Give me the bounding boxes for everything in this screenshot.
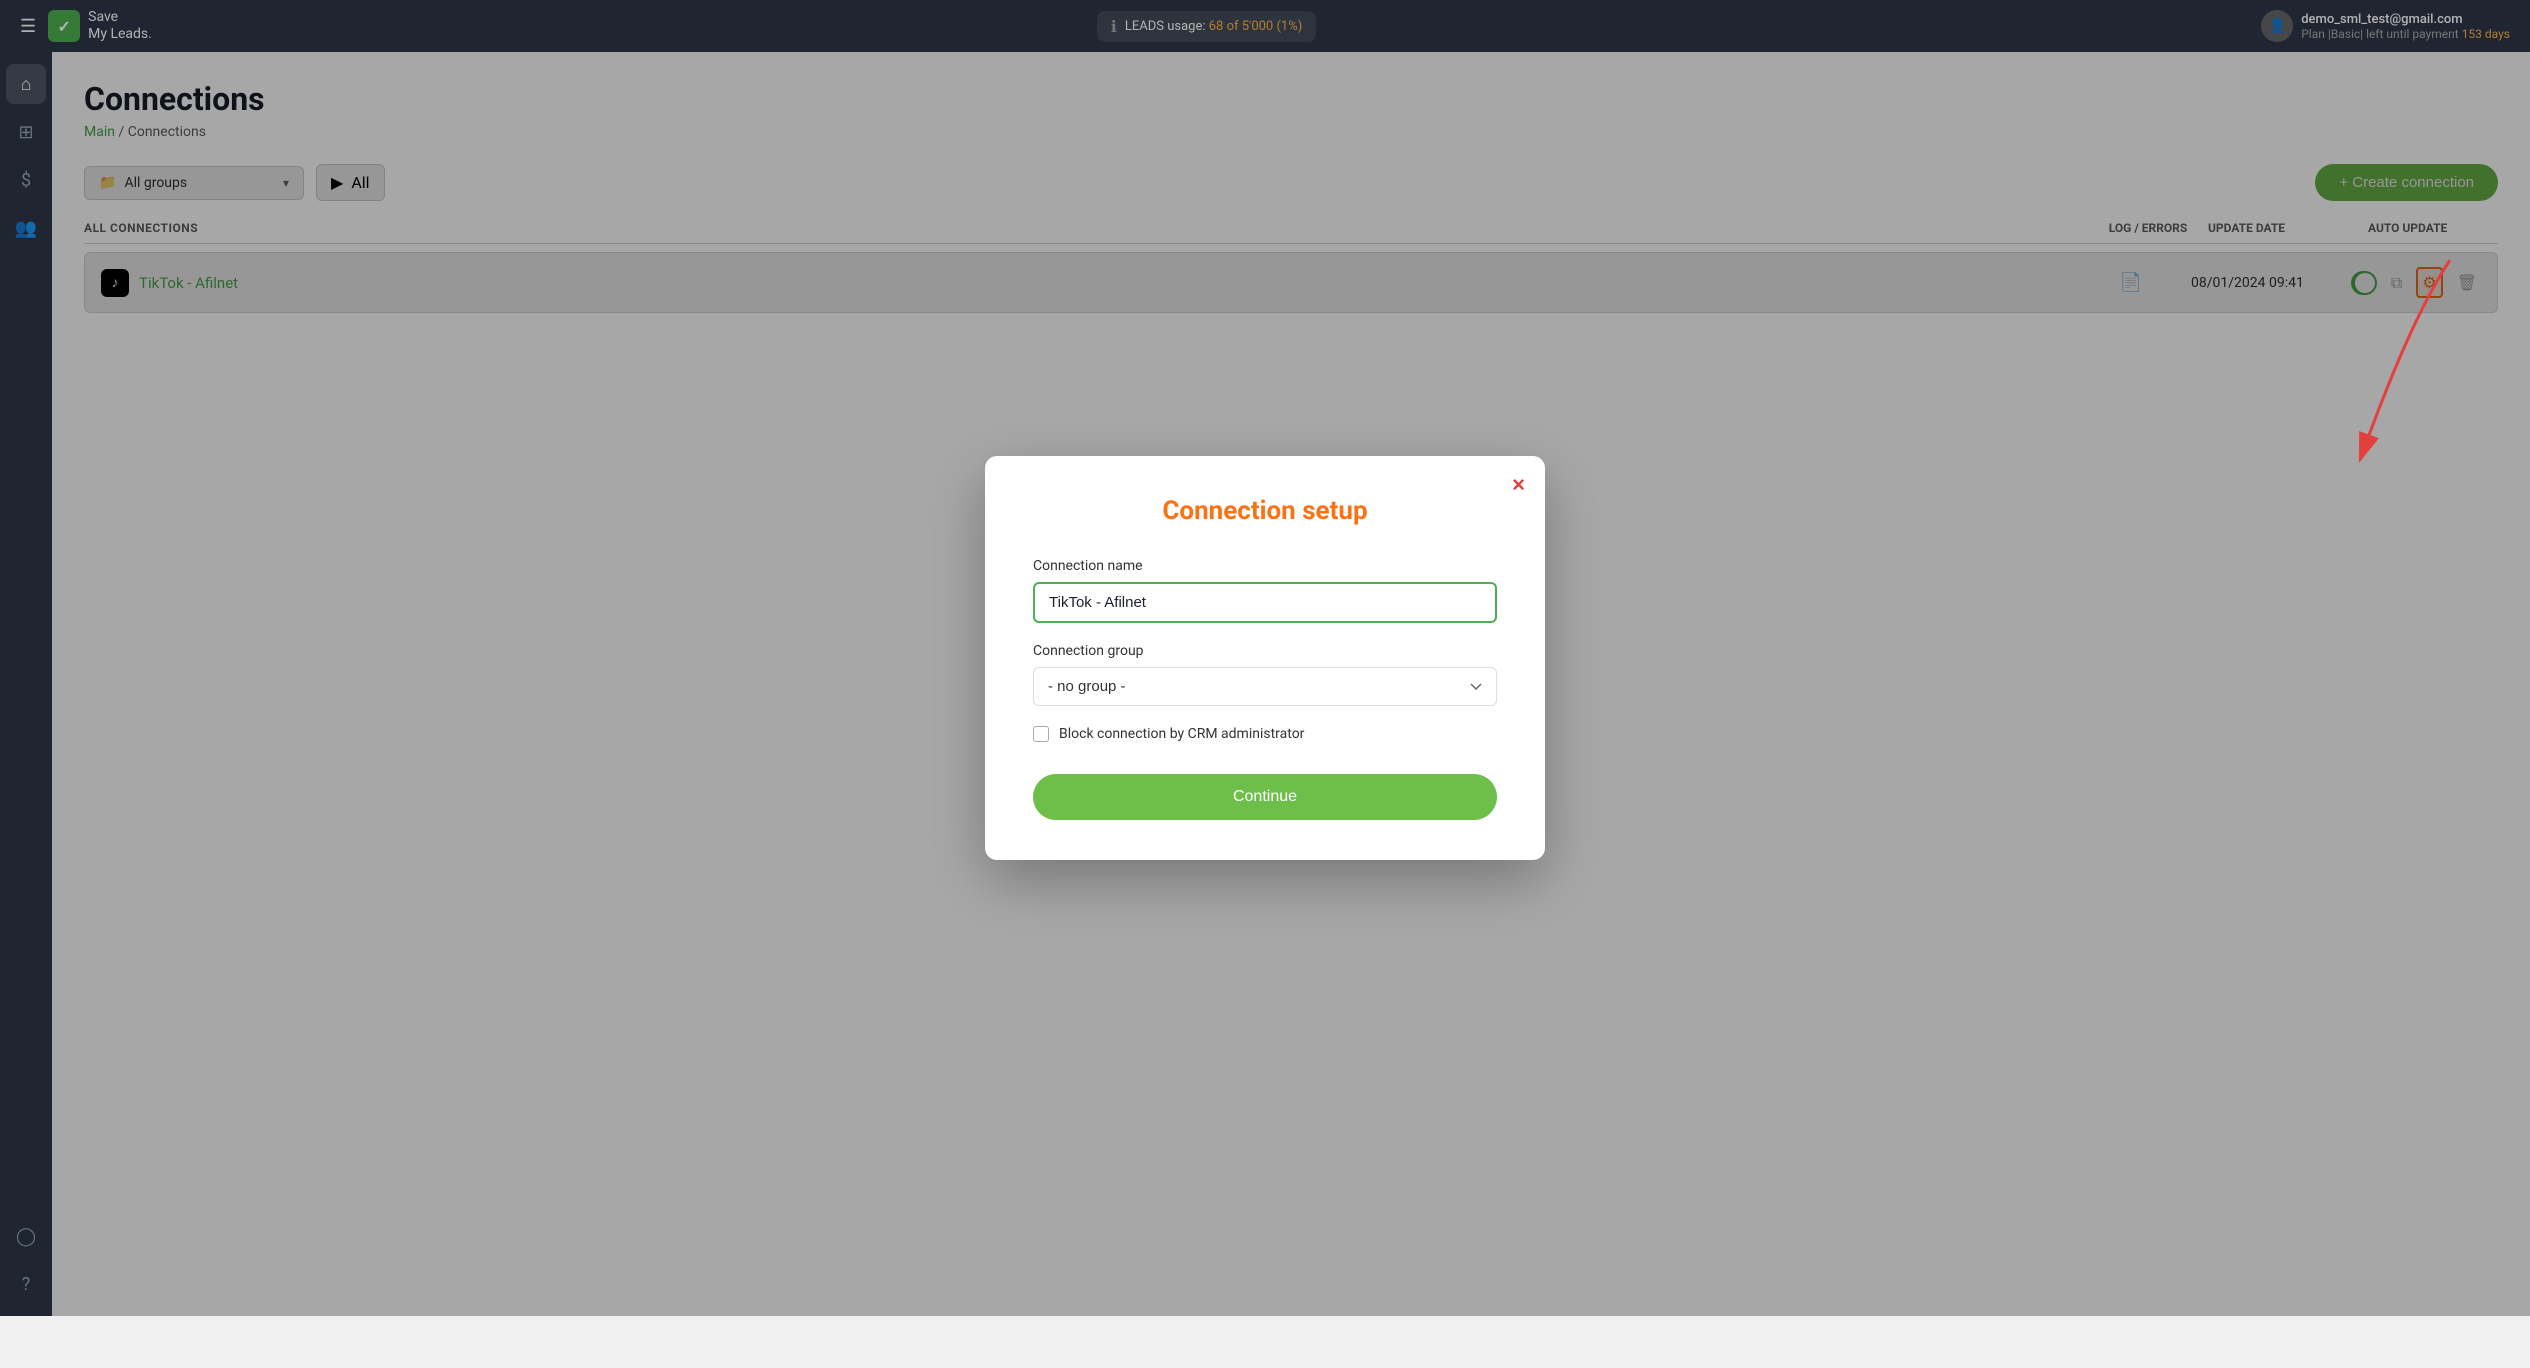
modal-close-button[interactable]: × [1512,472,1525,498]
connection-name-group: Connection name [1033,558,1497,623]
block-connection-row: Block connection by CRM administrator [1033,726,1497,742]
modal-title: Connection setup [1033,496,1497,526]
connection-group-select[interactable]: - no group - [1033,667,1497,706]
connection-setup-modal: × Connection setup Connection name Conne… [985,456,1545,860]
block-connection-label: Block connection by CRM administrator [1059,726,1304,742]
modal-overlay: × Connection setup Connection name Conne… [0,0,2530,1316]
connection-group-label: Connection group [1033,643,1497,659]
connection-name-label: Connection name [1033,558,1497,574]
continue-button[interactable]: Continue [1033,774,1497,820]
block-connection-checkbox[interactable] [1033,726,1049,742]
connection-group-group: Connection group - no group - [1033,643,1497,706]
connection-name-input[interactable] [1033,582,1497,623]
